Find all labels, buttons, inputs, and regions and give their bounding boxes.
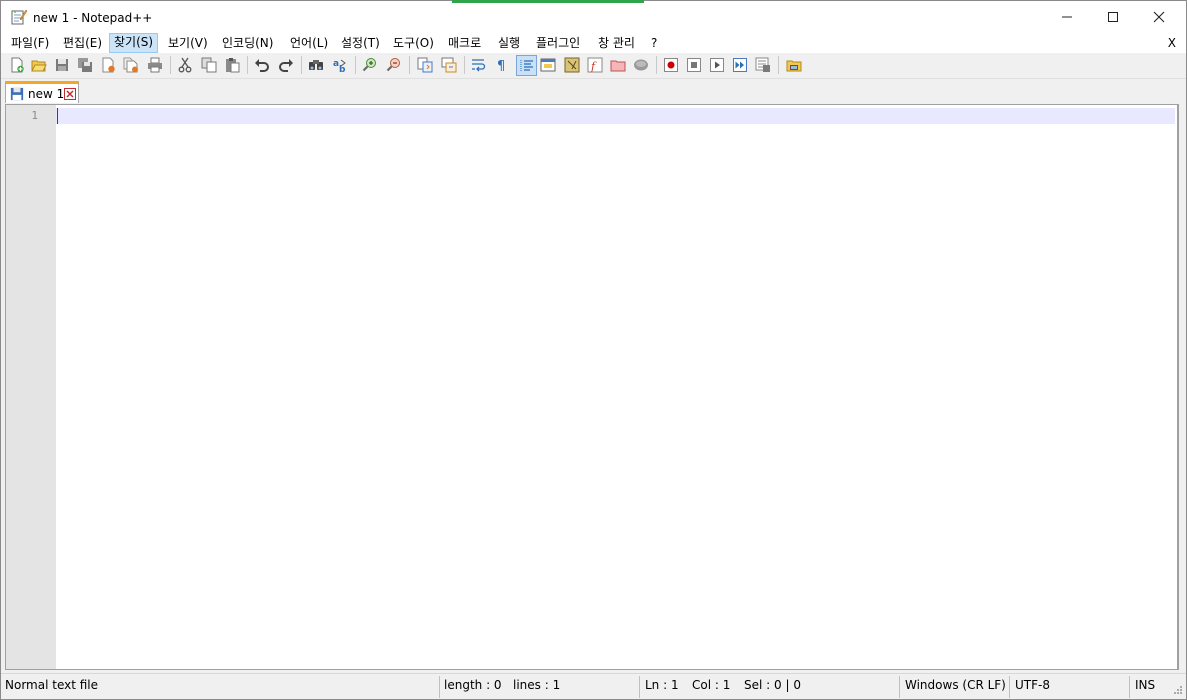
run-macro-multiple-icon[interactable] bbox=[731, 56, 749, 74]
status-separator bbox=[899, 676, 900, 698]
copy-icon[interactable] bbox=[200, 56, 218, 74]
status-separator bbox=[1129, 676, 1130, 698]
line-number-gutter: 1 bbox=[6, 105, 56, 669]
toolbar-separator bbox=[355, 56, 356, 74]
status-insert-mode: INS bbox=[1135, 678, 1156, 692]
menu-run[interactable]: 실행 bbox=[494, 34, 524, 52]
maximize-button[interactable] bbox=[1090, 1, 1136, 33]
close-button[interactable] bbox=[1136, 1, 1182, 33]
zoom-in-icon[interactable] bbox=[361, 56, 379, 74]
find-icon[interactable] bbox=[307, 56, 325, 74]
status-lines: lines : 1 bbox=[513, 678, 561, 692]
print-icon[interactable] bbox=[146, 56, 164, 74]
open-folder-icon[interactable] bbox=[785, 56, 803, 74]
resize-grip-icon[interactable] bbox=[1172, 683, 1182, 697]
undo-icon[interactable] bbox=[253, 56, 271, 74]
status-selection: Sel : 0 | 0 bbox=[744, 678, 801, 692]
status-separator bbox=[439, 676, 440, 698]
menu-view[interactable]: 보기(V) bbox=[164, 34, 212, 52]
menu-edit[interactable]: 편집(E) bbox=[59, 34, 106, 52]
show-all-characters-icon[interactable]: ¶ bbox=[493, 56, 511, 74]
status-separator bbox=[1009, 676, 1010, 698]
stop-recording-icon[interactable] bbox=[685, 56, 703, 74]
paste-icon[interactable] bbox=[223, 56, 241, 74]
toolbar-separator bbox=[656, 56, 657, 74]
toolbar-separator bbox=[170, 56, 171, 74]
playback-macro-icon[interactable] bbox=[708, 56, 726, 74]
menu-encoding[interactable]: 인코딩(N) bbox=[218, 34, 277, 52]
close-icon bbox=[1153, 11, 1165, 23]
zoom-out-icon[interactable] bbox=[385, 56, 403, 74]
menu-plugins[interactable]: 플러그인 bbox=[532, 34, 584, 52]
save-icon[interactable] bbox=[53, 56, 71, 74]
text-caret bbox=[57, 108, 58, 124]
user-defined-language-icon[interactable] bbox=[539, 56, 557, 74]
toolbar-separator bbox=[409, 56, 410, 74]
status-separator bbox=[639, 676, 640, 698]
cut-icon[interactable] bbox=[176, 56, 194, 74]
status-line-position: Ln : 1 bbox=[645, 678, 679, 692]
menu-window[interactable]: 창 관리 bbox=[594, 34, 639, 52]
close-all-icon[interactable] bbox=[122, 56, 140, 74]
toolbar-separator bbox=[778, 56, 779, 74]
notepad-window: new 1 - Notepad++ 파일(F) 편집(E) 찾기(S) 보기(V… bbox=[0, 0, 1187, 700]
indent-guide-icon[interactable] bbox=[516, 55, 537, 76]
maximize-icon bbox=[1108, 12, 1118, 22]
document-map-icon[interactable] bbox=[563, 56, 581, 74]
redo-icon[interactable] bbox=[277, 56, 295, 74]
status-file-type: Normal text file bbox=[5, 678, 99, 692]
minimize-icon bbox=[1062, 16, 1072, 18]
menu-macro[interactable]: 매크로 bbox=[444, 34, 485, 52]
svg-text:¶: ¶ bbox=[497, 59, 505, 73]
save-all-icon[interactable] bbox=[76, 56, 94, 74]
status-eol-format[interactable]: Windows (CR LF) bbox=[905, 678, 1006, 692]
window-title: new 1 - Notepad++ bbox=[33, 11, 153, 25]
svg-text:b: b bbox=[339, 65, 346, 73]
toolbar-separator bbox=[464, 56, 465, 74]
tab-new-1[interactable]: new 1 bbox=[5, 81, 79, 103]
folder-as-workspace-icon[interactable] bbox=[609, 56, 627, 74]
status-bar: Normal text file length : 0 lines : 1 Ln… bbox=[1, 673, 1186, 699]
status-length: length : 0 bbox=[444, 678, 502, 692]
document-saved-icon bbox=[10, 87, 24, 104]
word-wrap-icon[interactable] bbox=[470, 56, 488, 74]
menu-tools[interactable]: 도구(O) bbox=[389, 34, 438, 52]
menu-settings[interactable]: 설정(T) bbox=[337, 34, 384, 52]
tab-label: new 1 bbox=[28, 87, 65, 101]
new-file-icon[interactable] bbox=[8, 56, 26, 74]
menu-search[interactable]: 찾기(S) bbox=[109, 33, 159, 53]
close-document-button[interactable]: X bbox=[1168, 34, 1176, 52]
text-editor[interactable]: 1 bbox=[5, 104, 1179, 670]
title-bar[interactable]: new 1 - Notepad++ bbox=[1, 1, 1186, 33]
menu-file[interactable]: 파일(F) bbox=[7, 34, 53, 52]
replace-icon[interactable]: ab bbox=[331, 56, 349, 74]
save-macro-icon[interactable] bbox=[754, 56, 772, 74]
sync-horizontal-icon[interactable] bbox=[440, 56, 458, 74]
menu-bar: 파일(F) 편집(E) 찾기(S) 보기(V) 인코딩(N) 언어(L) 설정(… bbox=[1, 33, 1186, 53]
minimize-button[interactable] bbox=[1044, 1, 1090, 33]
toolbar-separator bbox=[247, 56, 248, 74]
toolbar-separator bbox=[301, 56, 302, 74]
line-number: 1 bbox=[31, 109, 38, 122]
current-line-highlight bbox=[56, 108, 1175, 124]
notepad-app-icon[interactable] bbox=[11, 9, 28, 25]
menu-help[interactable]: ? bbox=[647, 34, 661, 52]
toolbar: ab ¶ f bbox=[1, 53, 1186, 79]
sync-vertical-icon[interactable] bbox=[416, 56, 434, 74]
menu-language[interactable]: 언어(L) bbox=[286, 34, 332, 52]
background-window-edge bbox=[452, 0, 644, 3]
status-encoding[interactable]: UTF-8 bbox=[1015, 678, 1050, 692]
function-list-icon[interactable]: f bbox=[586, 56, 604, 74]
open-file-icon[interactable] bbox=[30, 56, 48, 74]
record-macro-icon[interactable] bbox=[662, 56, 680, 74]
close-file-icon[interactable] bbox=[99, 56, 117, 74]
tab-bar: new 1 bbox=[1, 79, 1186, 103]
monitoring-icon[interactable] bbox=[632, 56, 650, 74]
tab-close-icon[interactable] bbox=[64, 88, 76, 103]
status-column-position: Col : 1 bbox=[692, 678, 731, 692]
